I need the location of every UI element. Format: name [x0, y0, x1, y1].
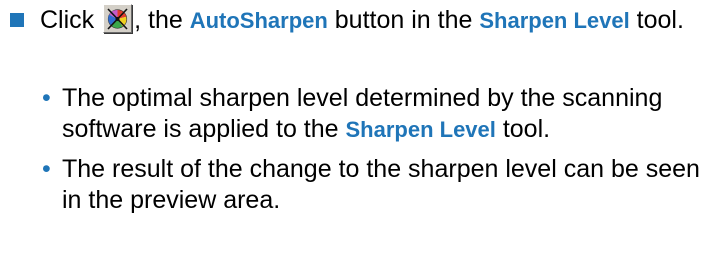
- sharpen-level-term: Sharpen Level: [345, 117, 496, 142]
- step-text: Click , the AutoSharpen button in the Sh…: [10, 4, 700, 36]
- step-text-button-in: button in the: [327, 6, 480, 34]
- result-item: • The result of the change to the sharpen…: [40, 154, 700, 216]
- sharpen-level-term: Sharpen Level: [479, 8, 630, 33]
- result-list: • The optimal sharpen level determined by…: [40, 83, 700, 225]
- autosharpen-icon: [103, 4, 133, 33]
- step-text-click: Click: [40, 6, 102, 34]
- autosharpen-term: AutoSharpen: [189, 8, 328, 33]
- result-text: The result of the change to the sharpen …: [62, 155, 700, 214]
- instruction-step: Click , the AutoSharpen button in the Sh…: [10, 4, 700, 36]
- square-bullet-icon: [10, 13, 24, 27]
- result-text-end: tool.: [495, 115, 551, 143]
- round-bullet-icon: •: [42, 155, 51, 183]
- round-bullet-icon: •: [42, 84, 51, 112]
- step-text-the: , the: [134, 6, 190, 34]
- step-text-tool: tool.: [629, 6, 684, 34]
- result-item: • The optimal sharpen level determined by…: [40, 83, 700, 145]
